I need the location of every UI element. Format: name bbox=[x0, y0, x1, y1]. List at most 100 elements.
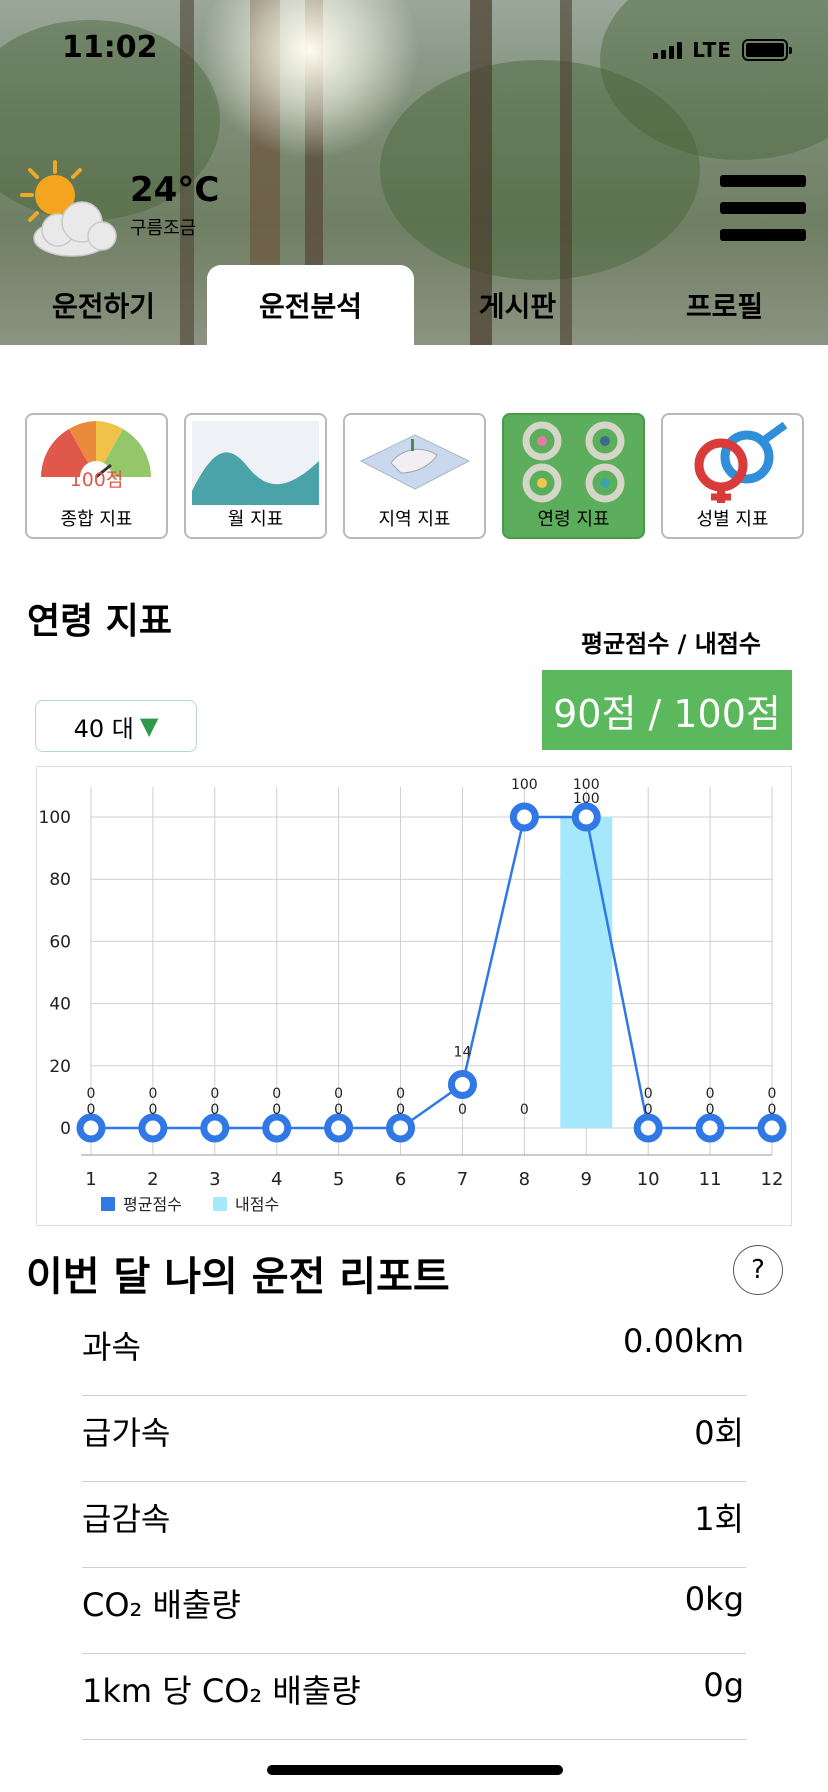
report-value: 0g bbox=[703, 1666, 744, 1704]
report-value: 0kg bbox=[684, 1580, 744, 1618]
status-indicators: LTE bbox=[653, 38, 792, 62]
data-label-my-score: 0 bbox=[210, 1102, 219, 1118]
signal-icon bbox=[653, 41, 683, 59]
report-value: 0회 bbox=[694, 1414, 744, 1452]
report-row-co2-per-km: 1km 당 CO₂ 배출량 0g bbox=[82, 1654, 746, 1740]
point-average-score bbox=[447, 1069, 477, 1099]
data-label-my-score: 0 bbox=[87, 1102, 96, 1118]
data-label-average: 0 bbox=[706, 1086, 715, 1102]
y-tick-label: 0 bbox=[60, 1119, 71, 1139]
data-label-average: 0 bbox=[334, 1086, 343, 1102]
report-label: CO₂ 배출량 bbox=[82, 1586, 241, 1624]
x-tick-label: 8 bbox=[519, 1169, 530, 1190]
point-average-score bbox=[509, 802, 539, 832]
card-age[interactable]: 연령 지표 bbox=[502, 413, 645, 539]
age-group-select[interactable]: 40 대 ▼ bbox=[35, 700, 197, 752]
card-overall[interactable]: 100점 종합 지표 bbox=[25, 413, 168, 539]
card-gender[interactable]: 성별 지표 bbox=[661, 413, 804, 539]
card-label: 성별 지표 bbox=[696, 509, 769, 530]
bar-my-score bbox=[560, 817, 613, 1128]
data-label-average: 0 bbox=[644, 1086, 653, 1102]
data-label-my-score: 0 bbox=[520, 1102, 529, 1118]
battery-icon bbox=[742, 39, 792, 61]
y-tick-label: 80 bbox=[49, 870, 71, 890]
overall-score-text: 100점 bbox=[69, 469, 124, 491]
map-icon bbox=[359, 434, 471, 490]
data-label-average: 0 bbox=[210, 1086, 219, 1102]
weather-condition: 구름조금 bbox=[130, 218, 197, 239]
data-label-average: 0 bbox=[272, 1086, 281, 1102]
x-tick-label: 5 bbox=[333, 1169, 344, 1190]
data-label-average: 0 bbox=[768, 1086, 777, 1102]
point-average-score bbox=[262, 1113, 292, 1143]
tab-board[interactable]: 게시판 bbox=[414, 265, 621, 345]
x-tick-label: 11 bbox=[699, 1169, 722, 1190]
temperature: 24°C bbox=[130, 170, 220, 210]
card-label: 월 지표 bbox=[227, 509, 284, 530]
x-tick-label: 3 bbox=[209, 1169, 220, 1190]
card-monthly[interactable]: 월 지표 bbox=[184, 413, 327, 539]
tab-profile[interactable]: 프로필 bbox=[621, 265, 828, 345]
tab-analysis[interactable]: 운전분석 bbox=[207, 265, 414, 345]
y-tick-label: 100 bbox=[39, 808, 71, 828]
y-tick-label: 20 bbox=[49, 1057, 71, 1077]
line-average-score bbox=[91, 815, 772, 1130]
hamburger-menu-icon[interactable] bbox=[720, 175, 806, 241]
x-tick-label: 1 bbox=[85, 1169, 96, 1190]
x-tick-label: 6 bbox=[395, 1169, 406, 1190]
data-label-average: 14 bbox=[454, 1044, 472, 1060]
legend-label-my-score: 내점수 bbox=[235, 1195, 279, 1214]
report-label: 급가속 bbox=[82, 1414, 171, 1452]
section-title: 연령 지표 bbox=[27, 601, 173, 642]
point-average-score bbox=[757, 1113, 787, 1143]
report-label: 급감속 bbox=[82, 1500, 171, 1538]
card-label: 연령 지표 bbox=[537, 509, 610, 530]
tab-driving[interactable]: 운전하기 bbox=[0, 265, 207, 345]
main-tabs: 운전하기 운전분석 게시판 프로필 bbox=[0, 265, 828, 345]
point-average-score bbox=[571, 802, 601, 832]
card-label: 종합 지표 bbox=[60, 509, 133, 530]
report-label: 과속 bbox=[82, 1328, 141, 1366]
point-average-score bbox=[200, 1113, 230, 1143]
card-region[interactable]: 지역 지표 bbox=[343, 413, 486, 539]
x-tick-label: 9 bbox=[581, 1169, 592, 1190]
data-label-my-score: 0 bbox=[334, 1102, 343, 1118]
report-title: 이번 달 나의 운전 리포트 bbox=[26, 1254, 450, 1300]
data-label-my-score: 0 bbox=[272, 1102, 281, 1118]
age-select-value: 40 대 bbox=[73, 714, 134, 743]
y-tick-label: 40 bbox=[49, 995, 71, 1015]
report-value: 0.00km bbox=[623, 1322, 744, 1360]
report-row-co2: CO₂ 배출량 0kg bbox=[82, 1568, 746, 1654]
legend-swatch-my-score bbox=[213, 1197, 227, 1211]
x-tick-label: 2 bbox=[147, 1169, 158, 1190]
point-average-score bbox=[324, 1113, 354, 1143]
help-button[interactable]: ? bbox=[733, 1245, 783, 1295]
data-label-my-score: 0 bbox=[458, 1102, 467, 1118]
report-row-speeding: 과속 0.00km bbox=[82, 1310, 746, 1396]
wave-chart-icon bbox=[192, 421, 319, 505]
report-row-rapid-decel: 급감속 1회 bbox=[82, 1482, 746, 1568]
data-label-my-score: 0 bbox=[706, 1102, 715, 1118]
partly-cloudy-icon bbox=[20, 160, 117, 257]
score-value: 90점 / 100점 bbox=[542, 670, 792, 750]
age-score-chart: 0 20 40 60 80 100 1 2 3 4 5 6 7 8 9 10 11 12 0 0 0 0 0 0 14 100 10… bbox=[36, 766, 792, 1226]
x-tick-label: 12 bbox=[761, 1169, 784, 1190]
report-list: 과속 0.00km 급가속 0회 급감속 1회 CO₂ 배출량 0kg 1km … bbox=[82, 1310, 746, 1740]
point-average-score bbox=[138, 1113, 168, 1143]
score-caption: 평균점수 / 내점수 bbox=[580, 630, 762, 658]
network-label: LTE bbox=[692, 38, 732, 62]
report-value: 1회 bbox=[694, 1500, 744, 1538]
data-label-my-score: 0 bbox=[768, 1102, 777, 1118]
home-indicator bbox=[267, 1765, 563, 1775]
report-row-rapid-accel: 급가속 0회 bbox=[82, 1396, 746, 1482]
report-label: 1km 당 CO₂ 배출량 bbox=[82, 1672, 361, 1710]
card-label: 지역 지표 bbox=[378, 509, 451, 530]
data-label-my-score: 0 bbox=[644, 1102, 653, 1118]
data-label-my-score: 0 bbox=[148, 1102, 157, 1118]
chart-svg: 0204060801001 2 3 4 5 6 7 8 9 10 11 120 0 0 0 0 014100 10… bbox=[39, 777, 787, 1214]
gauge-icon bbox=[41, 421, 151, 493]
legend-label-average: 평균점수 bbox=[123, 1195, 182, 1214]
point-average-score bbox=[695, 1113, 725, 1143]
x-tick-label: 10 bbox=[637, 1169, 660, 1190]
x-tick-label: 7 bbox=[457, 1169, 468, 1190]
